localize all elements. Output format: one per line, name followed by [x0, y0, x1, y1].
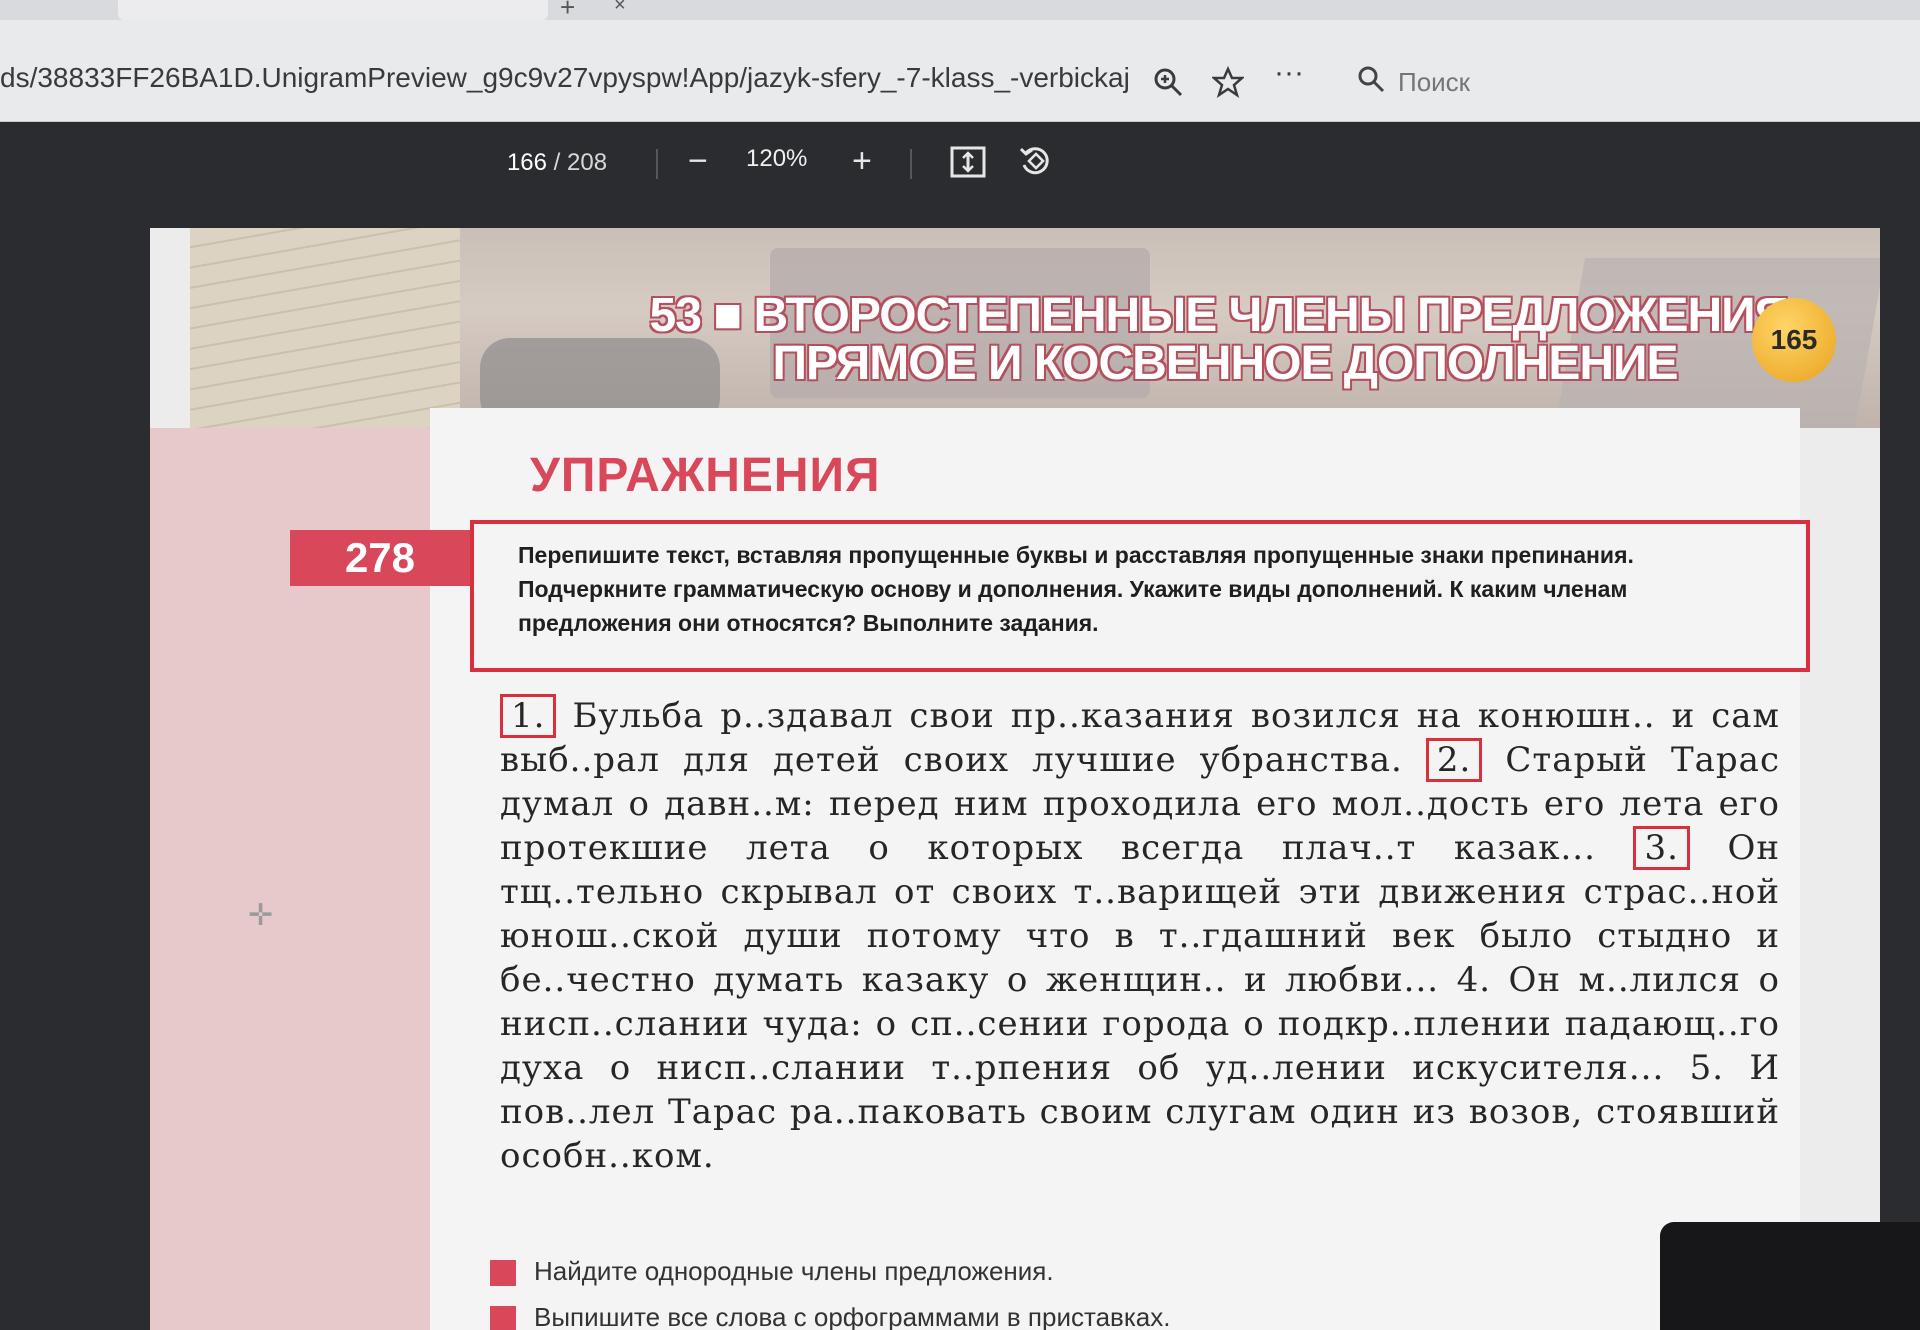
bullet-square-icon: [490, 1260, 516, 1287]
more-menu-icon[interactable]: ···: [1274, 56, 1304, 90]
section-heading: УПРАЖНЕНИЯ: [530, 449, 881, 502]
current-page-number[interactable]: 166: [507, 149, 547, 176]
chapter-banner: 53 ■ ВТОРОСТЕПЕННЫЕ ЧЛЕНЫ ПРЕДЛОЖЕНИЯ. П…: [190, 228, 1880, 428]
exercise-text: 1. Бульба р..здавал свои пр..казания воз…: [500, 694, 1780, 1178]
zoom-in-button[interactable]: +: [852, 137, 872, 185]
zoom-level[interactable]: 120%: [746, 145, 807, 173]
tab-strip: × +: [0, 0, 1920, 22]
toolbar-divider: [656, 149, 658, 179]
exercise-number: 278: [290, 530, 470, 586]
chapter-title-line-2: ПРЯМОЕ И КОСВЕННОЕ ДОПОЛНЕНИЕ: [772, 337, 1678, 390]
toolbar-divider: [910, 149, 912, 179]
rotate-icon[interactable]: [1018, 143, 1054, 192]
bullet-square-icon: [490, 1306, 516, 1330]
sentence-text: Он тщ..тельно скрывал от своих т..варище…: [500, 828, 1781, 1176]
sentence-number-box: 2.: [1425, 738, 1483, 782]
search-input[interactable]: [1398, 62, 1698, 102]
total-pages: / 208: [553, 149, 608, 176]
sentence-number-box: 1.: [500, 694, 557, 738]
favorite-star-icon[interactable]: [1210, 65, 1246, 106]
banner-handwritten-paper: [190, 228, 460, 428]
zoom-out-button[interactable]: −: [688, 137, 708, 185]
url-text[interactable]: ds/38833FF26BA1D.UnigramPreview_g9c9v27v…: [0, 62, 1130, 94]
active-tab[interactable]: ×: [118, 0, 626, 20]
fit-page-icon[interactable]: [950, 143, 986, 191]
pdf-toolbar: 166 / 208 − 120% +: [0, 123, 1920, 203]
task-list-text: Найдите однородные члены предложения.: [534, 1256, 1054, 1286]
task-list-item: Найдите однородные члены предложения.: [490, 1256, 1054, 1287]
page-indicator[interactable]: 166 / 208: [492, 143, 622, 183]
page-number-badge: 165: [1752, 298, 1836, 382]
zoom-icon[interactable]: [1152, 66, 1184, 106]
task-list-item: Выпишите все слова с орфограммами в прис…: [490, 1302, 1171, 1330]
sentence-number-box: 3.: [1633, 826, 1690, 870]
address-bar: ds/38833FF26BA1D.UnigramPreview_g9c9v27v…: [0, 20, 1920, 122]
tab-close-icon[interactable]: ×: [614, 0, 626, 17]
chapter-title: 53 ■ ВТОРОСТЕПЕННЫЕ ЧЛЕНЫ ПРЕДЛОЖЕНИЯ. П…: [620, 292, 1830, 388]
overlay-panel-corner: [1660, 1222, 1920, 1330]
task-instructions: Перепишите текст, вставляя пропущенные б…: [470, 520, 1810, 672]
search-icon: [1356, 64, 1386, 101]
chapter-title-line-1: 53 ■ ВТОРОСТЕПЕННЫЕ ЧЛЕНЫ ПРЕДЛОЖЕНИЯ.: [649, 289, 1802, 342]
crosshair-cursor-icon: ✛: [248, 899, 274, 932]
task-list-text: Выпишите все слова с орфограммами в прис…: [534, 1302, 1171, 1330]
search-box[interactable]: [1340, 54, 1900, 110]
document-page: 53 ■ ВТОРОСТЕПЕННЫЕ ЧЛЕНЫ ПРЕДЛОЖЕНИЯ. П…: [150, 228, 1880, 1330]
